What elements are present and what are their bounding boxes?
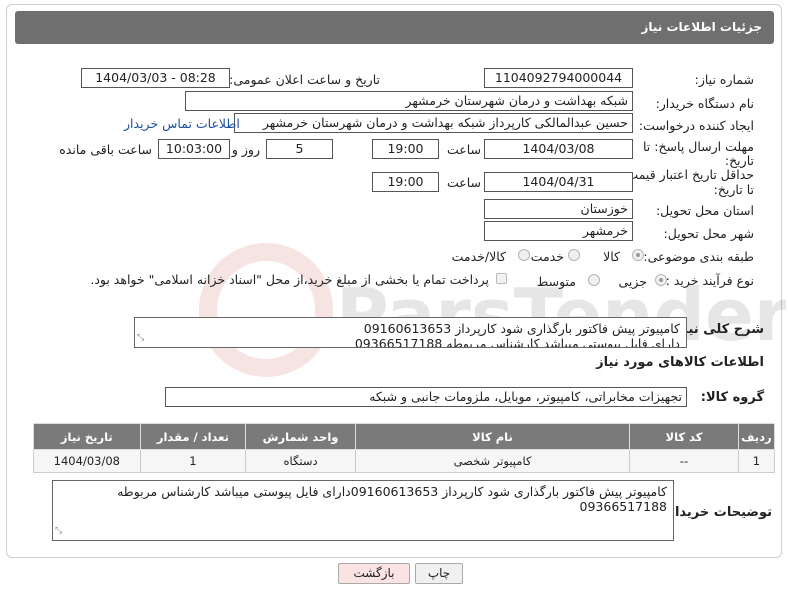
cell-quantity: 1 xyxy=(139,449,247,473)
buyer-field[interactable]: شبکه بهداشت و درمان شهرستان خرمشهر xyxy=(185,91,633,111)
validity-time-label: ساعت xyxy=(446,175,481,190)
goods-table: ردیف کد کالا نام کالا واحد شمارش تعداد /… xyxy=(33,423,776,473)
creator-field[interactable]: حسین عبدالمالکی کارپرداز شبکه بهداشت و د… xyxy=(234,113,633,133)
cell-need-date: 1404/03/08 xyxy=(33,449,141,473)
resize-handle-icon[interactable]: ⤡ xyxy=(55,524,62,539)
deadline-label-line1: مهلت ارسال پاسخ: تا xyxy=(643,139,754,154)
col-header-need-date: تاریخ نیاز xyxy=(33,423,141,450)
process-option-medium: متوسط xyxy=(536,274,576,289)
description-line-2: دارای فایل پیوستی میباشد کارشناس مربوطه … xyxy=(354,336,680,348)
cell-item-code: -- xyxy=(629,449,739,473)
category-radio-both[interactable] xyxy=(518,249,530,261)
deadline-label-line2: تاریخ: xyxy=(724,153,754,168)
category-radio-service[interactable] xyxy=(568,249,580,261)
city-label: شهر محل تحویل: xyxy=(663,226,754,241)
col-header-quantity: تعداد / مقدار xyxy=(139,423,247,450)
col-header-item-code: کد کالا xyxy=(629,423,739,450)
category-option-goods: کالا xyxy=(603,249,620,264)
page-header: جزئیات اطلاعات نیاز xyxy=(15,11,774,44)
goods-table-header: ردیف کد کالا نام کالا واحد شمارش تعداد /… xyxy=(33,423,776,450)
description-textarea[interactable]: کامپیوتر پیش فاکتور بارگذاری شود کارپردا… xyxy=(134,317,687,348)
process-label: نوع فرآیند خرید : xyxy=(665,273,754,288)
city-field[interactable]: خرمشهر xyxy=(484,221,633,241)
cell-unit: دستگاه xyxy=(245,449,356,473)
buyer-label: نام دستگاه خریدار: xyxy=(655,96,754,111)
deadline-date-field[interactable]: 1404/03/08 xyxy=(484,139,633,159)
deadline-time-label: ساعت xyxy=(446,142,481,157)
process-option-minor: جزیی xyxy=(618,274,647,289)
need-number-label: شماره نیاز: xyxy=(694,72,754,87)
buyer-notes-label: توضیحات خریدار: xyxy=(662,505,772,520)
goods-group-field[interactable]: تجهیزات مخابراتی، کامپیوتر، موبایل، ملزو… xyxy=(165,387,687,407)
buyer-notes-textarea[interactable]: کامپیوتر پیش فاکتور بارگذاری شود کارپردا… xyxy=(52,480,674,541)
days-remaining-field[interactable]: 5 xyxy=(266,139,333,159)
validity-date-field[interactable]: 1404/04/31 xyxy=(484,172,633,192)
cell-item-name: کامپیوتر شخصی xyxy=(354,449,631,473)
validity-label-line2: تا تاریخ: xyxy=(713,182,754,197)
page-title: جزئیات اطلاعات نیاز xyxy=(641,20,762,34)
col-header-unit: واحد شمارش xyxy=(245,423,356,450)
province-label: استان محل تحویل: xyxy=(655,203,754,218)
need-number-field[interactable]: 1104092794000044 xyxy=(484,68,633,88)
province-field[interactable]: خوزستان xyxy=(484,199,633,219)
category-label: طبقه بندی موضوعی: xyxy=(643,249,754,264)
category-option-both: کالا/خدمت xyxy=(451,249,506,264)
process-radio-minor[interactable] xyxy=(655,274,667,286)
print-button[interactable]: چاپ xyxy=(415,563,463,584)
category-option-service: خدمت xyxy=(530,249,564,264)
treasury-payment-checkbox[interactable] xyxy=(496,273,507,284)
creator-label: ایجاد کننده درخواست: xyxy=(638,118,754,133)
announce-field[interactable]: 1404/03/03 - 08:28 xyxy=(81,68,230,88)
process-radio-medium[interactable] xyxy=(588,274,600,286)
buyer-notes-text: کامپیوتر پیش فاکتور بارگذاری شود کارپردا… xyxy=(117,484,667,514)
table-row[interactable]: 1 -- کامپیوتر شخصی دستگاه 1 1404/03/08 xyxy=(33,449,776,473)
goods-section-title: اطلاعات کالاهای مورد نیاز xyxy=(596,355,764,370)
remaining-time-field[interactable]: 10:03:00 xyxy=(158,139,230,159)
col-header-row-number: ردیف xyxy=(737,423,776,450)
remaining-time-label: ساعت باقی مانده xyxy=(59,142,152,157)
resize-handle-icon[interactable]: ⤡ xyxy=(137,331,144,346)
buyer-contact-link[interactable]: اطلاعات تماس خریدار xyxy=(124,116,240,131)
deadline-time-field[interactable]: 19:00 xyxy=(372,139,439,159)
announce-label: تاریخ و ساعت اعلان عمومی: xyxy=(229,72,380,87)
goods-group-label: گروه کالا: xyxy=(700,390,764,405)
category-radio-goods[interactable] xyxy=(632,249,644,261)
validity-label-line1: حداقل تاریخ اعتبار قیمت: xyxy=(622,167,754,182)
days-label: روز و xyxy=(231,142,260,157)
back-button[interactable]: بازگشت xyxy=(338,563,410,584)
col-header-item-name: نام کالا xyxy=(354,423,631,450)
description-line-1: کامپیوتر پیش فاکتور بارگذاری شود کارپردا… xyxy=(363,321,680,336)
treasury-payment-note: پرداخت تمام یا بخشی از مبلغ خرید،از محل … xyxy=(90,272,489,287)
validity-time-field[interactable]: 19:00 xyxy=(372,172,439,192)
cell-row-number: 1 xyxy=(737,449,776,473)
